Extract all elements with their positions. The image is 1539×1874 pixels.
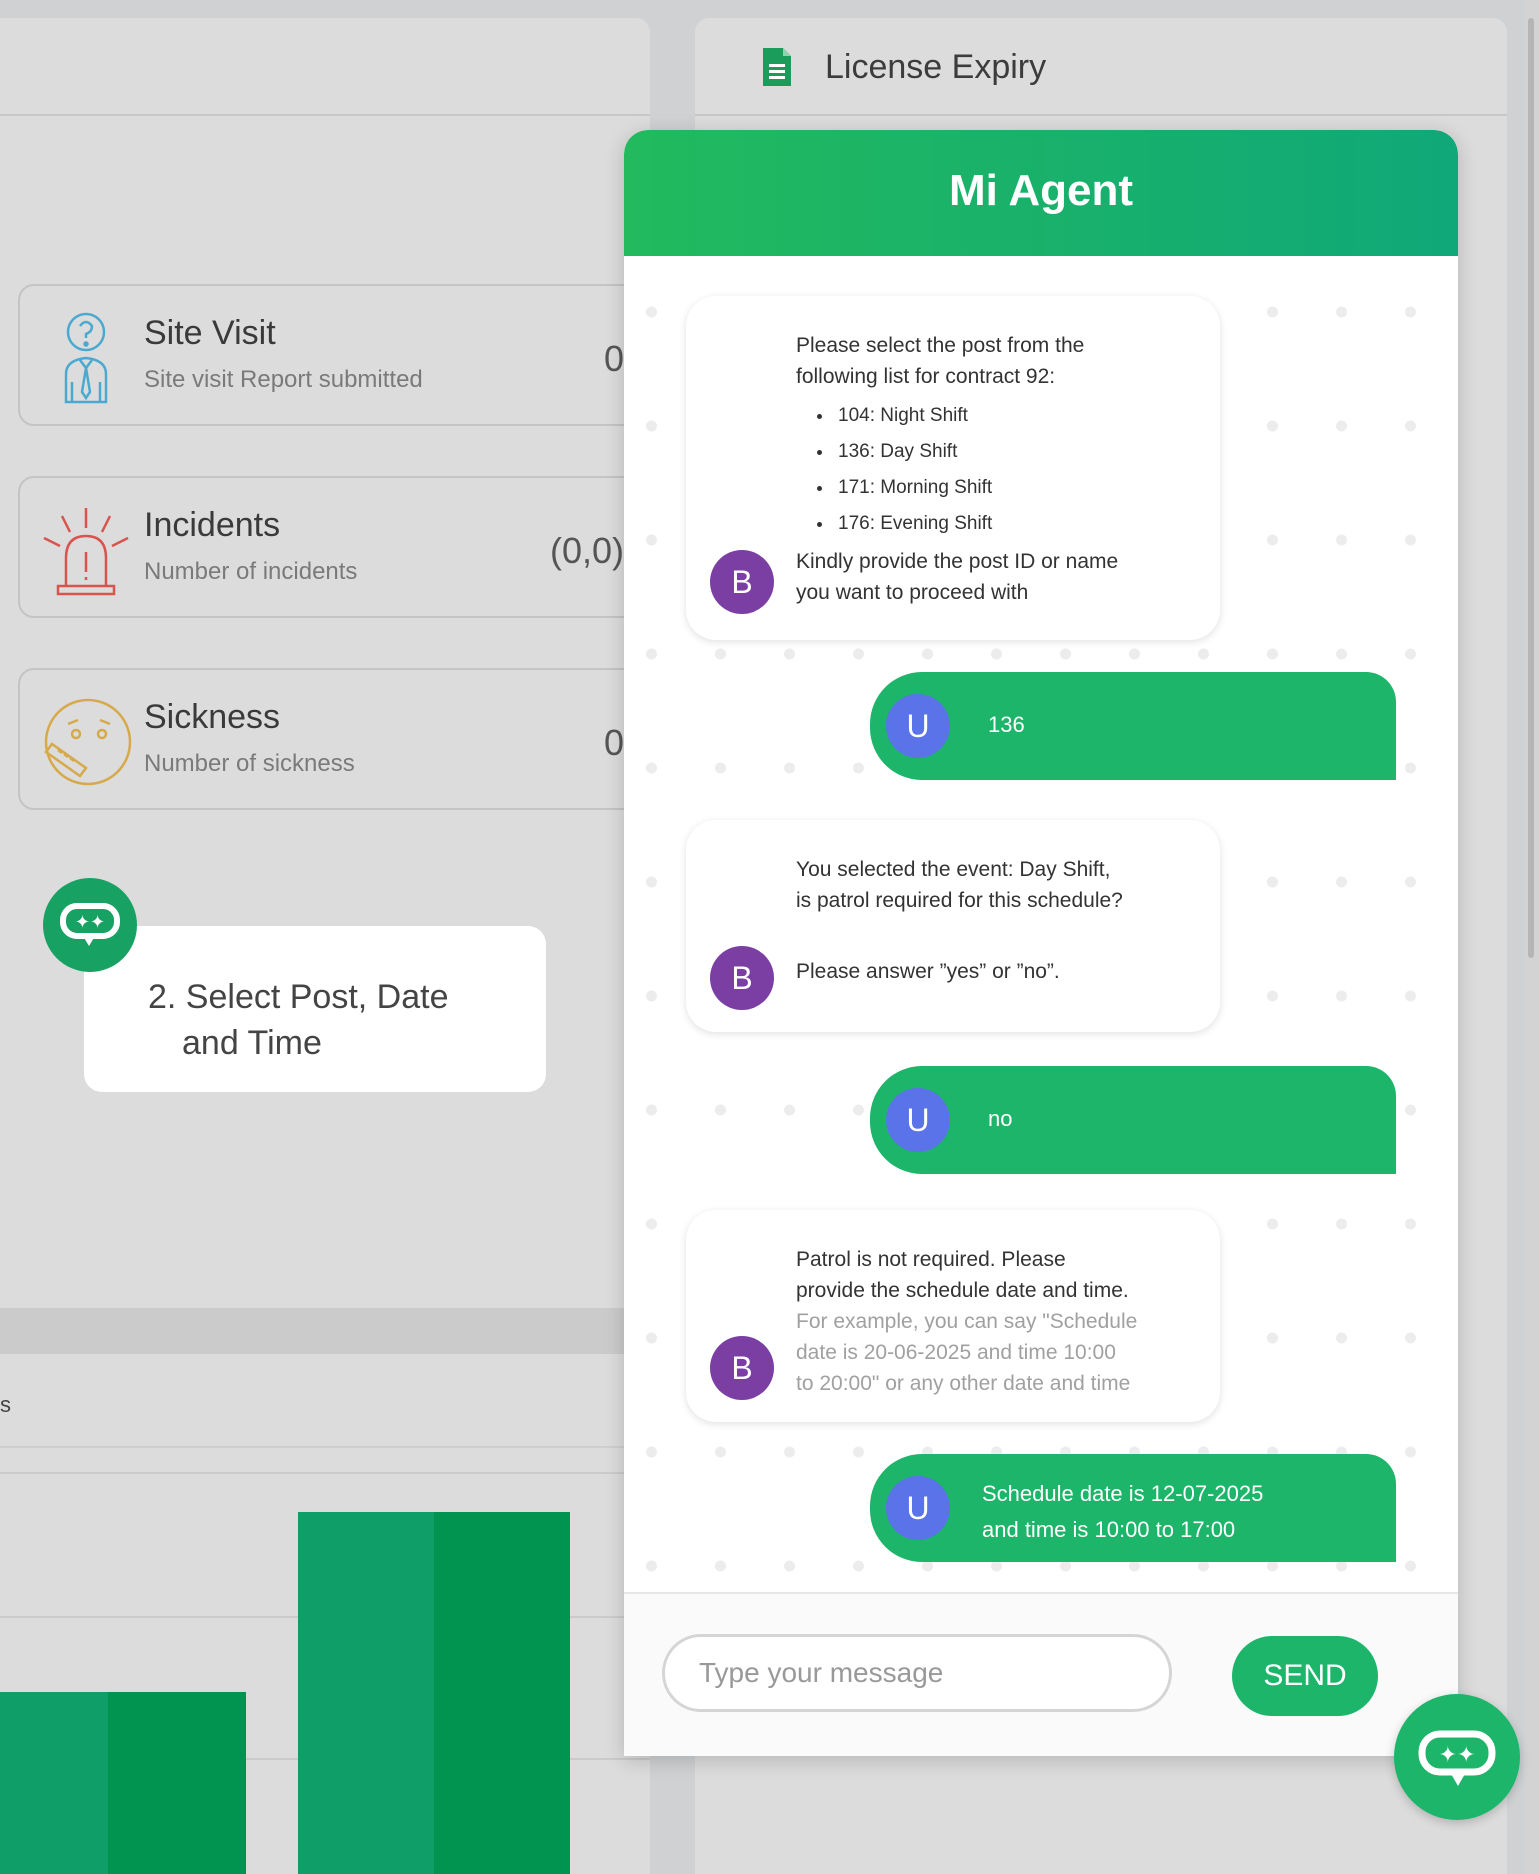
panel-divider: [0, 1446, 650, 1448]
message-input[interactable]: [662, 1634, 1172, 1712]
chat-header: Mi Agent: [624, 130, 1458, 256]
chatbot-icon: ✦✦: [1418, 1730, 1496, 1786]
bot-avatar: B: [710, 1336, 774, 1400]
post-list: 104: Night Shift 136: Day Shift 171: Mor…: [796, 398, 1180, 542]
message-text: Kindly provide the post ID or name: [796, 550, 1119, 573]
user-message: U no: [870, 1066, 1396, 1174]
sickness-icon: [44, 698, 132, 786]
stat-subtitle: Number of sickness: [144, 750, 355, 777]
stat-title: Site Visit: [144, 314, 276, 352]
message-text: Please select the post from the: [796, 334, 1085, 357]
svg-text:✦✦: ✦✦: [75, 912, 105, 933]
stat-value: 0: [603, 722, 624, 763]
message-text: Please answer ”yes” or ”no”.: [796, 960, 1060, 983]
message-line: Schedule date is 12-07-2025: [982, 1481, 1264, 1506]
bot-avatar: B: [710, 946, 774, 1010]
document-icon: [763, 48, 791, 86]
chart-bar: [0, 1692, 108, 1874]
user-avatar: U: [886, 1476, 950, 1540]
site-visit-card[interactable]: Site Visit Site visit Report submitted 0: [18, 284, 648, 426]
panel-divider: [0, 114, 650, 116]
tip-text: 2. Select Post, Date and Time: [148, 974, 508, 1066]
sickness-card[interactable]: Sickness Number of sickness 0: [18, 668, 648, 810]
list-item: 136: Day Shift: [834, 434, 1180, 470]
chat-widget: Mi Agent Please select the post from the…: [624, 130, 1458, 1756]
tutorial-tip: 2. Select Post, Date and Time: [84, 926, 546, 1092]
section-divider: [0, 1308, 650, 1354]
message-text: you want to proceed with: [796, 581, 1029, 604]
message-line: and time is 10:00 to 17:00: [982, 1517, 1236, 1542]
site-visit-icon: [64, 312, 108, 404]
message-text: You selected the event: Day Shift,: [796, 858, 1111, 881]
chart-bar: [298, 1512, 434, 1874]
panel-divider: [695, 114, 1507, 116]
gridline: [0, 1472, 650, 1474]
message-text: no: [988, 1106, 1013, 1131]
tip-line: 2. Select Post, Date: [148, 978, 449, 1016]
chat-footer: SEND: [624, 1592, 1458, 1756]
stat-subtitle: Site visit Report submitted: [144, 366, 423, 393]
incident-alarm-icon: [43, 508, 129, 596]
example-hint: date is 20-06-2025 and time 10:00: [796, 1341, 1116, 1364]
message-text: Patrol is not required. Please: [796, 1248, 1066, 1271]
message-text: following list for contract 92:: [796, 365, 1056, 388]
truncated-label: s: [0, 1392, 11, 1417]
chat-title: Mi Agent: [948, 166, 1134, 215]
bot-message: You selected the event: Day Shift, is pa…: [686, 820, 1220, 1032]
user-avatar: U: [886, 1088, 950, 1152]
tip-line: and Time: [182, 1024, 322, 1062]
chart-bar: [108, 1692, 246, 1874]
example-hint: to 20:00" or any other date and time: [796, 1372, 1131, 1395]
message-text: is patrol required for this schedule?: [796, 889, 1123, 912]
stat-title: Sickness: [144, 698, 281, 736]
message-text: 136: [988, 712, 1025, 737]
bot-message: Patrol is not required. Please provide t…: [686, 1210, 1220, 1422]
left-panel: [0, 18, 650, 1308]
incidents-card[interactable]: Incidents Number of incidents (0,0): [18, 476, 648, 618]
list-item: 104: Night Shift: [834, 398, 1180, 434]
svg-text:✦✦: ✦✦: [1439, 1743, 1476, 1768]
bot-avatar: B: [710, 550, 774, 614]
chart-bar: [434, 1512, 570, 1874]
chatbot-icon: ✦✦: [43, 878, 137, 972]
stat-value: 0: [603, 338, 624, 379]
send-button[interactable]: SEND: [1232, 1636, 1378, 1716]
chatbot-icon-glyph: ✦✦: [60, 903, 120, 946]
scrollbar-thumb[interactable]: [1528, 18, 1534, 958]
user-message: U 136: [870, 672, 1396, 780]
example-hint: For example, you can say "Schedule: [796, 1310, 1138, 1333]
stat-title: Incidents: [144, 506, 281, 544]
user-message: U Schedule date is 12-07-2025 and time i…: [870, 1454, 1396, 1562]
user-avatar: U: [886, 694, 950, 758]
bot-message: Please select the post from the followin…: [686, 296, 1220, 640]
chart-panel: s: [0, 1354, 650, 1874]
list-item: 171: Morning Shift: [834, 470, 1180, 506]
message-text: Schedule date is 12-07-2025 and time is …: [982, 1476, 1263, 1548]
license-expiry-title: License Expiry: [825, 48, 1047, 86]
message-text: provide the schedule date and time.: [796, 1279, 1129, 1302]
stat-value: (0,0): [549, 530, 624, 571]
chat-launcher-button[interactable]: ✦✦: [1394, 1694, 1520, 1820]
list-item: 176: Evening Shift: [834, 506, 1180, 542]
stat-subtitle: Number of incidents: [144, 558, 358, 585]
